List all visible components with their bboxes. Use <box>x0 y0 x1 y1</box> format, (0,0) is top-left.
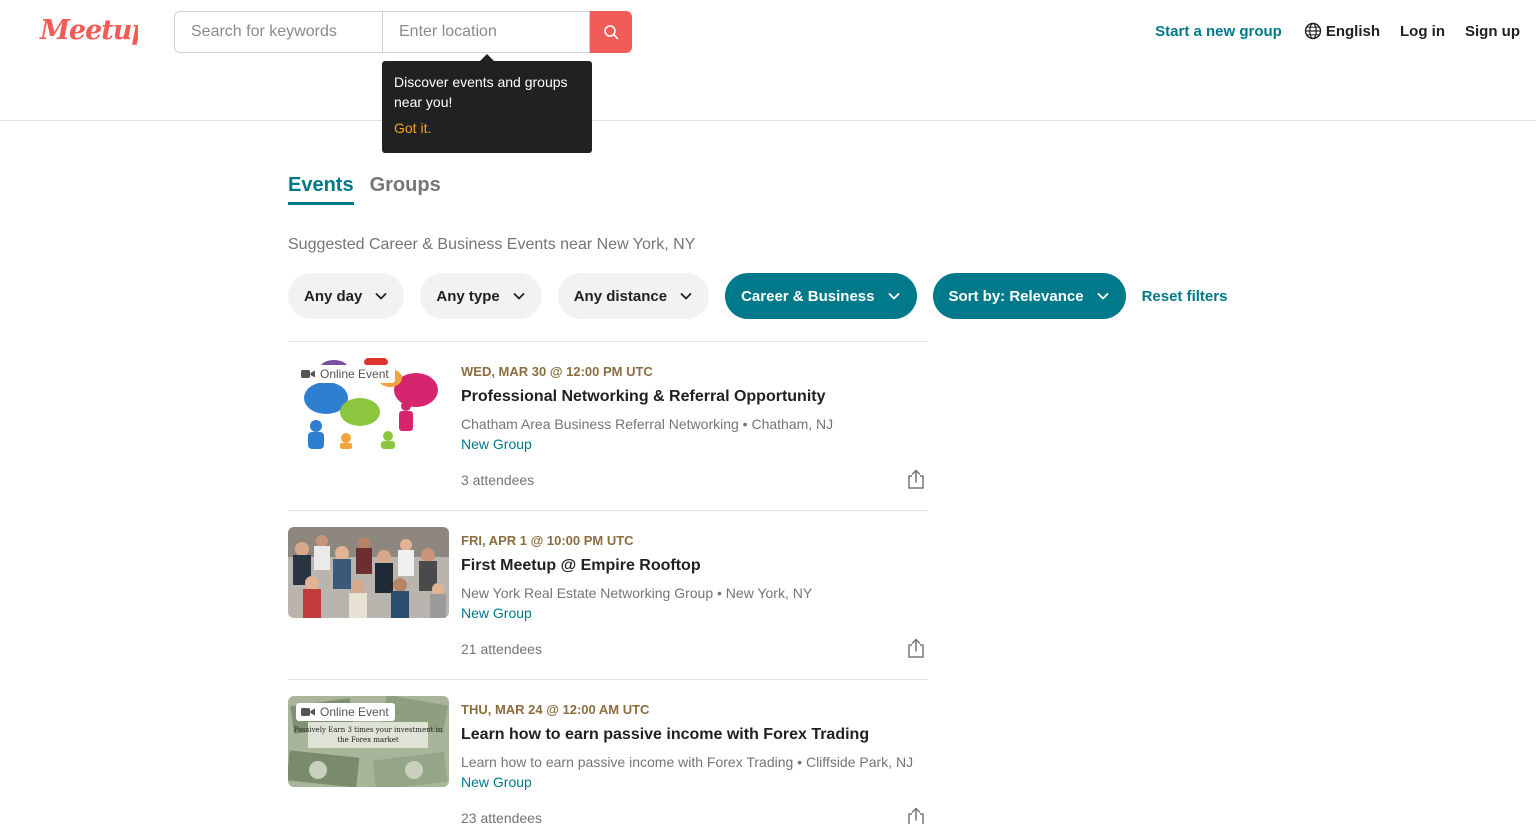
chevron-down-icon <box>1097 293 1108 300</box>
event-date: WED, MAR 30 @ 12:00 PM UTC <box>461 364 653 379</box>
event-group: New York Real Estate Networking Group • … <box>461 585 813 601</box>
tab-events[interactable]: Events <box>288 174 354 205</box>
filter-label: Any distance <box>573 287 668 305</box>
results-subtitle: Suggested Career & Business Events near … <box>288 236 696 253</box>
online-event-badge: Online Event <box>296 365 395 383</box>
filter-category[interactable]: Career & Business <box>725 273 917 319</box>
filter-any-type[interactable]: Any type <box>420 273 542 319</box>
share-icon[interactable] <box>905 806 927 824</box>
badge-label: Online Event <box>320 367 389 381</box>
chevron-down-icon <box>680 293 692 300</box>
event-title[interactable]: Professional Networking & Referral Oppor… <box>461 388 826 406</box>
attendee-count: 3 attendees <box>461 472 535 488</box>
event-image[interactable]: Passively Earn 3 times your investment i… <box>288 696 449 787</box>
online-event-badge: Online Event <box>296 703 395 721</box>
filter-any-distance[interactable]: Any distance <box>557 273 710 319</box>
login-link[interactable]: Log in <box>1400 23 1445 40</box>
filter-sort[interactable]: Sort by: Relevance <box>932 273 1126 319</box>
tabs: Events Groups <box>288 174 457 205</box>
attendee-count: 21 attendees <box>461 641 542 657</box>
chevron-down-icon <box>888 293 899 300</box>
event-title[interactable]: Learn how to earn passive income with Fo… <box>461 726 869 744</box>
search-button[interactable] <box>590 11 632 53</box>
signup-link[interactable]: Sign up <box>1465 23 1520 40</box>
svg-text:the Forex market: the Forex market <box>337 736 399 744</box>
share-icon[interactable] <box>905 468 927 490</box>
discover-tooltip: Discover events and groups near you! Got… <box>382 54 592 153</box>
got-it-link[interactable]: Got it. <box>394 120 580 136</box>
header: Meetup Start a new group English Log in … <box>0 0 1536 121</box>
chevron-down-icon <box>513 293 525 300</box>
badge-label: Online Event <box>320 705 389 719</box>
filter-label: Any day <box>304 287 363 305</box>
reset-filters-link[interactable]: Reset filters <box>1142 288 1228 305</box>
filter-label: Career & Business <box>741 287 875 305</box>
event-image[interactable] <box>288 527 449 618</box>
event-date: THU, MAR 24 @ 12:00 AM UTC <box>461 702 650 717</box>
globe-icon <box>1304 22 1322 40</box>
event-list: Online Event WED, MAR 30 @ 12:00 PM UTC … <box>288 341 928 824</box>
header-nav: Start a new group English Log in Sign up <box>1155 20 1520 42</box>
location-input[interactable] <box>382 11 590 53</box>
new-group-label: New Group <box>461 774 532 790</box>
keyword-search-input[interactable] <box>174 11 382 53</box>
svg-text:Meetup: Meetup <box>39 15 138 46</box>
language-selector[interactable]: English <box>1304 22 1380 40</box>
search-icon <box>604 25 619 40</box>
attendee-count: 23 attendees <box>461 810 542 824</box>
filter-any-day[interactable]: Any day <box>288 273 405 319</box>
new-group-label: New Group <box>461 436 532 452</box>
event-card[interactable]: Online Event WED, MAR 30 @ 12:00 PM UTC … <box>288 341 928 510</box>
crowd-photo-image <box>288 527 449 618</box>
event-card[interactable]: Passively Earn 3 times your investment i… <box>288 679 928 824</box>
start-new-group-link[interactable]: Start a new group <box>1155 23 1282 40</box>
video-camera-icon <box>301 370 315 378</box>
filter-label: Sort by: Relevance <box>948 287 1084 305</box>
event-title[interactable]: First Meetup @ Empire Rooftop <box>461 557 701 575</box>
tab-groups[interactable]: Groups <box>370 174 441 205</box>
video-camera-icon <box>301 708 315 716</box>
filter-label: Any type <box>436 287 500 305</box>
event-group: Learn how to earn passive income with Fo… <box>461 754 914 770</box>
event-card[interactable]: FRI, APR 1 @ 10:00 PM UTC First Meetup @… <box>288 510 928 679</box>
event-group: Chatham Area Business Referral Networkin… <box>461 416 834 432</box>
search-bar <box>174 11 632 53</box>
event-date: FRI, APR 1 @ 10:00 PM UTC <box>461 533 634 548</box>
language-label: English <box>1325 22 1380 40</box>
share-icon[interactable] <box>905 637 927 659</box>
event-image[interactable]: Online Event <box>288 358 449 449</box>
new-group-label: New Group <box>461 605 532 621</box>
svg-text:Passively Earn 3 times your in: Passively Earn 3 times your investment i… <box>294 726 443 734</box>
meetup-logo[interactable]: Meetup <box>38 12 138 52</box>
filter-bar: Any day Any type Any distance Career & B… <box>288 273 1227 319</box>
chevron-down-icon <box>375 293 387 300</box>
tooltip-text: Discover events and groups near you! <box>394 74 568 110</box>
